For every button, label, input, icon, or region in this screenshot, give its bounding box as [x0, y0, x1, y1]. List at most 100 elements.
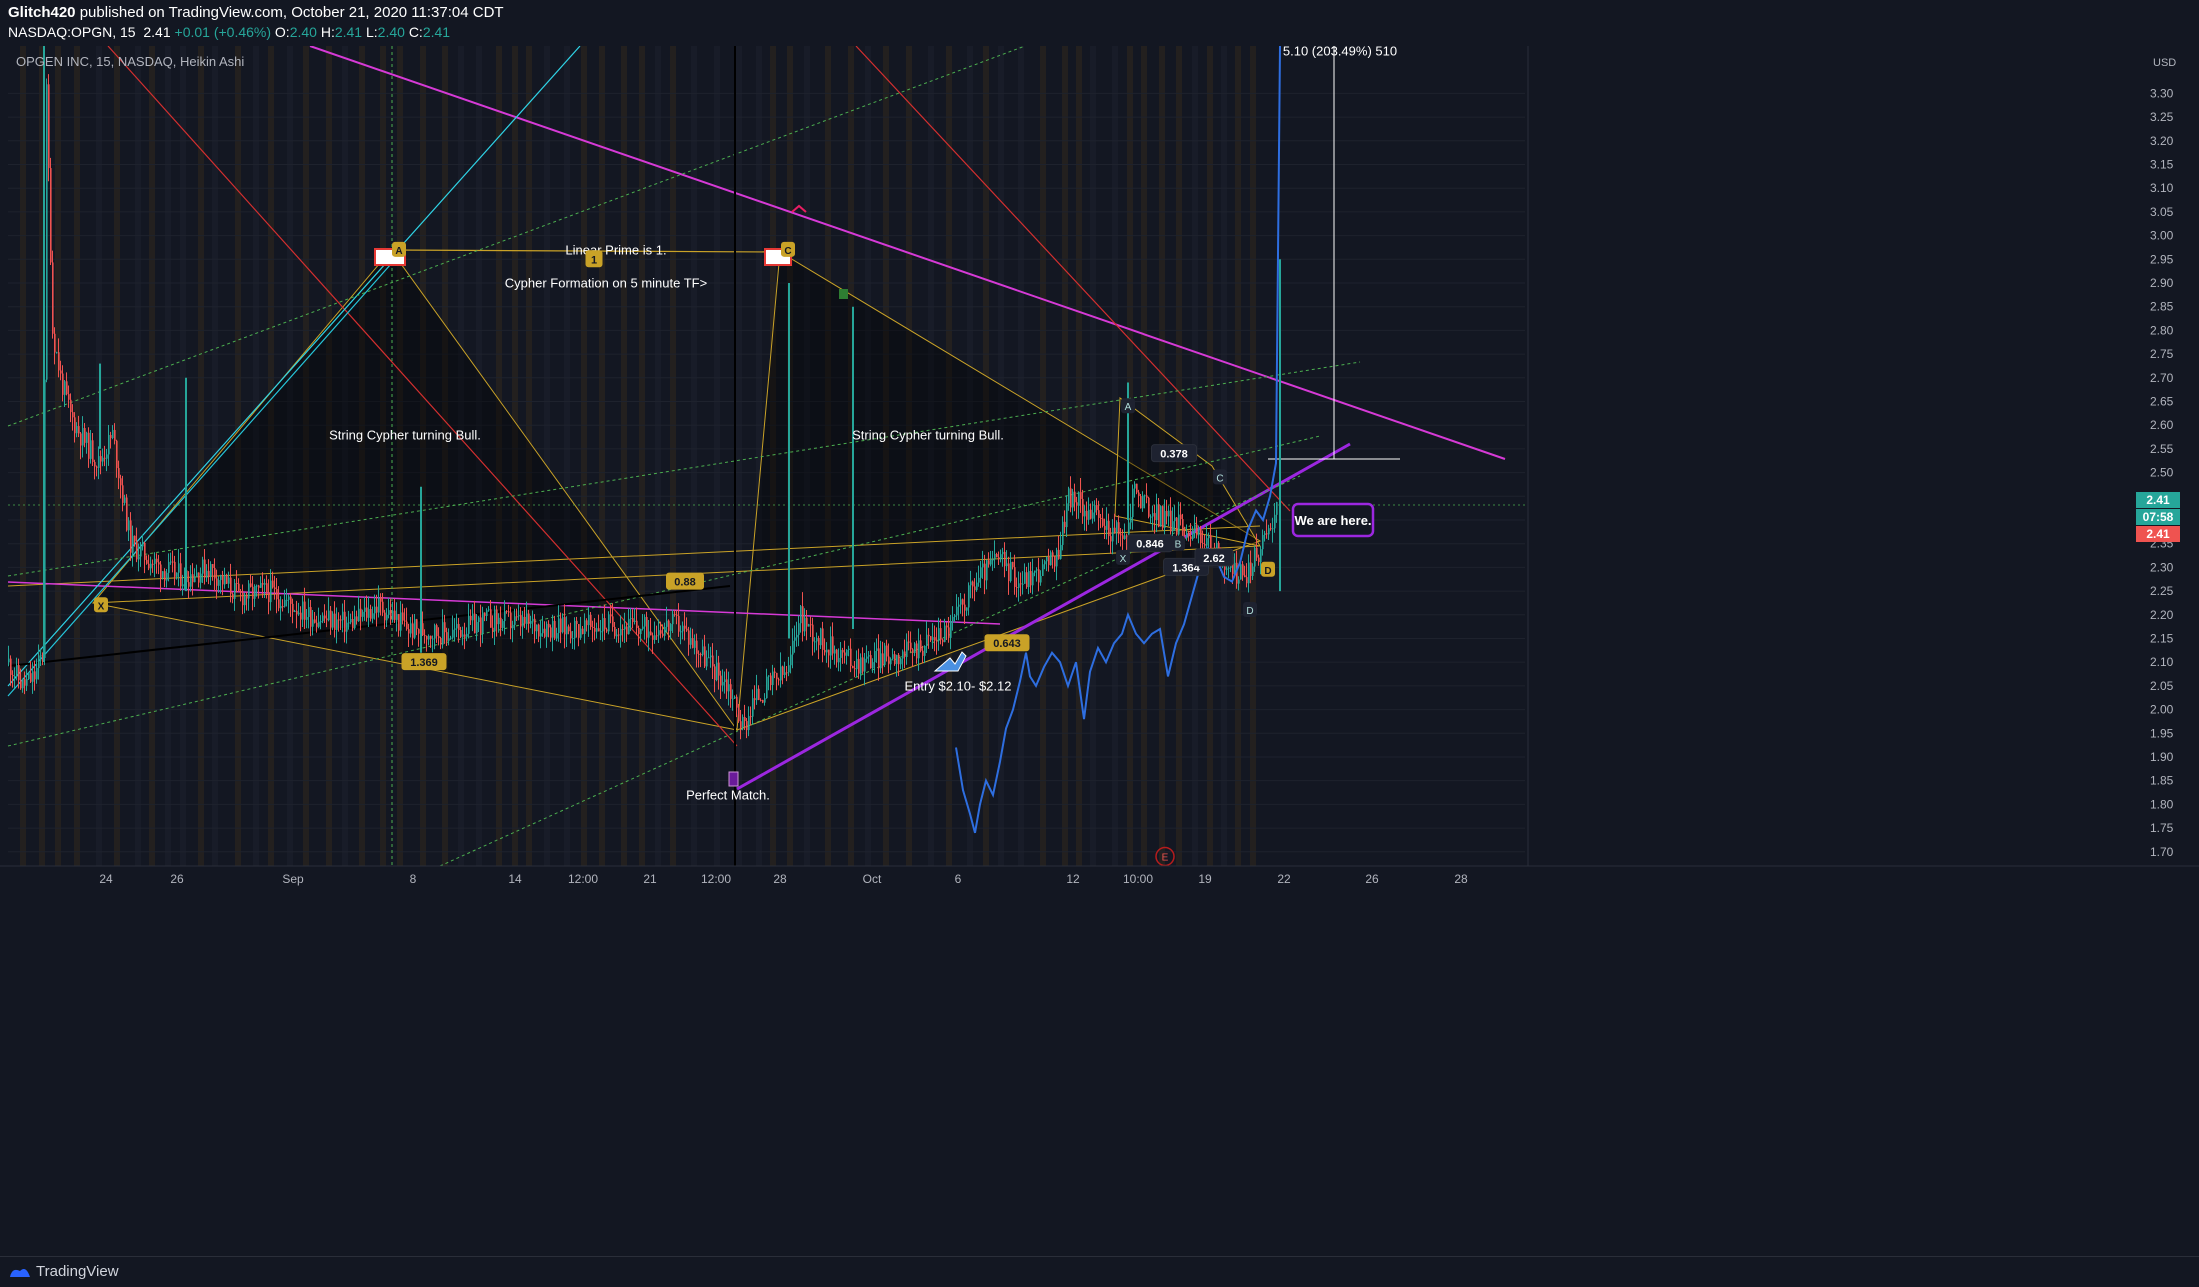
letter-text: D: [1246, 606, 1253, 617]
candle-body: [544, 628, 546, 637]
session-stripe: [165, 46, 171, 866]
candle-body: [704, 646, 706, 667]
candle-body: [432, 638, 434, 640]
candle-body: [372, 613, 374, 619]
candle-body: [812, 624, 814, 642]
candle-body: [822, 628, 824, 650]
candle-body: [28, 673, 30, 680]
candle-body: [848, 648, 850, 650]
candle-body: [710, 655, 712, 658]
x-tick-label: 21: [643, 872, 657, 886]
candle-body: [98, 456, 100, 468]
candle-body: [988, 560, 990, 565]
candle-body: [784, 672, 786, 675]
candle-body: [152, 563, 154, 565]
candle-body: [826, 649, 828, 653]
candle-body: [842, 649, 844, 653]
session-stripe: [544, 46, 550, 866]
candle-body: [992, 559, 994, 561]
candle-body: [1202, 542, 1204, 544]
candle-body: [680, 631, 682, 633]
candle-body: [688, 630, 690, 645]
author-name[interactable]: Glitch420: [8, 4, 76, 21]
candle-body: [1114, 527, 1116, 533]
candle-body: [640, 628, 642, 635]
y-tick-label: 2.00: [2150, 703, 2174, 717]
candle-body: [806, 617, 808, 627]
candle-body: [870, 655, 872, 669]
candle-body: [460, 630, 462, 637]
y-tick-label: 2.95: [2150, 252, 2174, 266]
candle-body: [444, 622, 446, 633]
candle-body: [922, 650, 924, 656]
candle-body: [824, 649, 826, 653]
candle-body: [1238, 579, 1240, 584]
candle-body: [512, 624, 514, 629]
candle-body: [876, 648, 878, 651]
candle-body: [322, 615, 324, 622]
candle-body: [596, 628, 598, 632]
candle-body: [210, 564, 212, 577]
candle-body: [238, 583, 240, 591]
candle-body: [424, 635, 426, 637]
candle-body: [138, 556, 140, 560]
brand-label[interactable]: TradingView: [36, 1263, 119, 1280]
candle-body: [676, 614, 678, 616]
candle-body: [206, 570, 208, 578]
candle-body: [380, 597, 382, 602]
candle-body: [1194, 524, 1196, 531]
candle-body: [52, 262, 54, 334]
candle-body: [818, 637, 820, 646]
candle-body: [1104, 525, 1106, 530]
candle-body: [582, 628, 584, 634]
candle-body: [770, 675, 772, 686]
point-label-text: D: [1264, 566, 1271, 577]
candle-body: [656, 635, 658, 637]
candle-body: [40, 655, 42, 657]
candle-body: [802, 606, 804, 632]
candle-body: [284, 599, 286, 607]
candle-body: [846, 649, 848, 656]
candle-body: [394, 610, 396, 620]
candle-body: [944, 625, 946, 643]
y-tick-label: 1.75: [2150, 821, 2174, 835]
candle-body: [412, 623, 414, 638]
marker-box-purple: [728, 771, 739, 787]
candle-body: [1118, 522, 1120, 535]
candle-body: [108, 435, 110, 455]
candle-body: [340, 619, 342, 621]
candle-body: [1032, 572, 1034, 586]
candle-body: [388, 610, 390, 615]
candle-body: [1098, 510, 1100, 518]
candle-body: [536, 624, 538, 632]
candle-body: [798, 623, 800, 635]
candle-body: [1052, 552, 1054, 557]
candle-body: [734, 696, 736, 699]
candle-body: [1250, 562, 1252, 576]
candle-body: [144, 542, 146, 560]
candle-body: [1094, 505, 1096, 513]
session-stripe: [564, 46, 570, 866]
candle-body: [86, 432, 88, 443]
candle-body: [182, 584, 184, 587]
candle-body: [672, 614, 674, 625]
candle-body: [872, 662, 874, 669]
candle-body: [1026, 572, 1028, 588]
candle-body: [160, 564, 162, 579]
y-tick-label: 2.05: [2150, 679, 2174, 693]
candle-body: [548, 623, 550, 628]
y-tick-label: 1.70: [2150, 845, 2174, 859]
candle-body: [94, 461, 96, 467]
session-stripe: [55, 46, 61, 866]
price-chart[interactable]: String Cypher turning Bull. String Cypher…: [0, 46, 2199, 1256]
candle-body: [954, 615, 956, 617]
candle-body: [190, 574, 192, 587]
candle-body: [462, 634, 464, 637]
candle-body: [862, 657, 864, 672]
y-tick-label: 3.10: [2150, 181, 2174, 195]
candle-body: [958, 604, 960, 607]
candle-body: [258, 585, 260, 588]
candle-body: [514, 616, 516, 625]
candle-body: [546, 623, 548, 637]
candle-body: [938, 628, 940, 641]
